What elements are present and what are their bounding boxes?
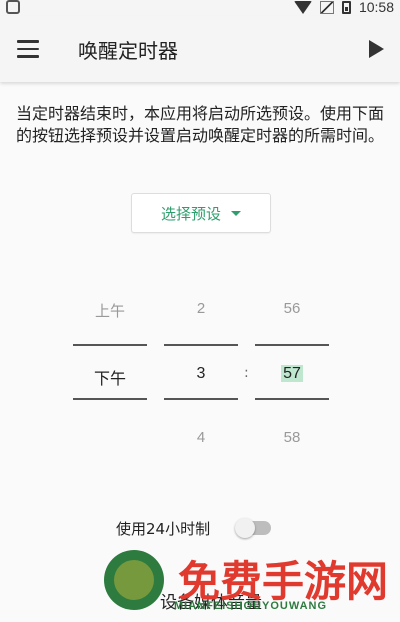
app-title: 唤醒定时器 bbox=[78, 39, 178, 63]
ampm-selected: 下午 bbox=[93, 371, 126, 388]
picker-divider bbox=[73, 398, 147, 400]
minute-selected-text: 57 bbox=[281, 365, 303, 382]
select-preset-label: 选择预设 bbox=[160, 204, 221, 223]
wifi-icon bbox=[293, 0, 312, 14]
menu-icon[interactable] bbox=[17, 40, 39, 58]
notification-icon bbox=[6, 0, 20, 14]
status-time: 10:58 bbox=[358, 0, 394, 15]
picker-divider bbox=[255, 344, 329, 346]
no-signal-icon bbox=[319, 0, 334, 14]
time-separator: : bbox=[244, 365, 249, 381]
hour-prev: 2 bbox=[196, 300, 206, 317]
play-icon[interactable] bbox=[369, 40, 384, 58]
minute-selected[interactable]: 57 bbox=[255, 365, 329, 383]
minute-picker[interactable]: 56 57 58 bbox=[255, 290, 329, 450]
dropdown-arrow-icon bbox=[231, 210, 241, 216]
toggle-knob bbox=[235, 518, 255, 538]
app-bar: 唤醒定时器 bbox=[0, 16, 400, 82]
toggle-24h-label: 使用24小时制 bbox=[116, 520, 211, 538]
toggle-24h-row: 使用24小时制 bbox=[0, 514, 400, 542]
hour-picker[interactable]: 2 3 4 bbox=[164, 290, 238, 450]
hour-selected: 3 bbox=[196, 365, 206, 382]
picker-divider bbox=[73, 344, 147, 346]
status-bar: 10:58 bbox=[0, 0, 400, 16]
ampm-prev: 上午 bbox=[94, 303, 125, 320]
description-text: 当定时器结束时，本应用将启动所选预设。使用下面的按钮选择预设并设置启动唤醒定时器… bbox=[16, 104, 385, 145]
picker-divider bbox=[255, 398, 329, 400]
picker-divider bbox=[164, 398, 238, 400]
minute-next: 58 bbox=[283, 429, 301, 446]
media-volume-label: 设备媒体音量 bbox=[160, 593, 262, 613]
watermark-logo bbox=[104, 550, 164, 610]
status-icons: 10:58 bbox=[293, 0, 394, 15]
ampm-picker[interactable]: 上午 下午 bbox=[73, 290, 147, 450]
picker-divider bbox=[164, 344, 238, 346]
battery-icon bbox=[341, 0, 351, 14]
minute-prev: 56 bbox=[283, 300, 301, 317]
select-preset-button[interactable]: 选择预设 bbox=[131, 193, 271, 233]
toggle-24h-switch[interactable] bbox=[235, 518, 271, 538]
hour-next: 4 bbox=[196, 429, 206, 446]
